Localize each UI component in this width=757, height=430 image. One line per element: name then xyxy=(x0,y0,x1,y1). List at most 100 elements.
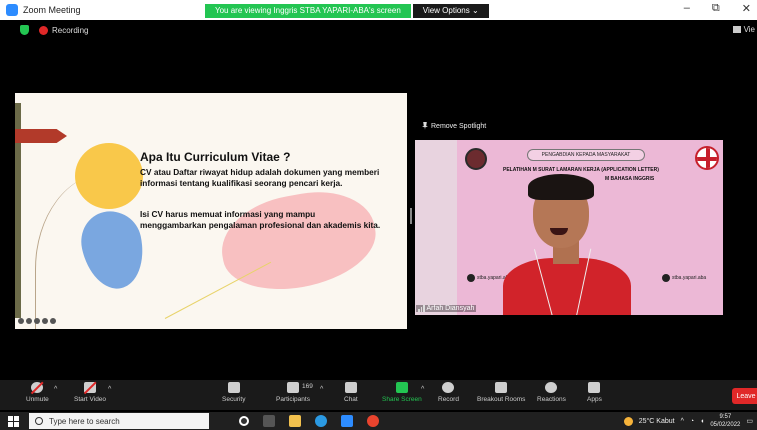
reactions-button[interactable]: Reactions xyxy=(537,382,566,403)
weather-text[interactable]: 25°C Kabut xyxy=(639,418,675,425)
system-tray: 25°C Kabut ^ ◔ ◖ 9:57 05/02/2022 ▭ xyxy=(623,412,753,430)
spotlight-video[interactable]: PENGABDIAN KEPADA MASYARAKAT PELATIHAN M… xyxy=(415,140,723,315)
windows-start-icon[interactable] xyxy=(8,415,19,427)
audio-options-caret-icon[interactable]: ^ xyxy=(54,386,57,393)
remove-spotlight-button[interactable]: Remove Spotlight xyxy=(422,122,486,130)
system-clock[interactable]: 9:57 05/02/2022 xyxy=(710,413,740,429)
close-button[interactable]: ✕ xyxy=(742,2,751,15)
taskbar-apps xyxy=(239,415,379,427)
slide-control-icon[interactable] xyxy=(34,318,40,324)
chat-bubble-icon xyxy=(344,382,357,393)
banner-heading: PENGABDIAN KEPADA MASYARAKAT xyxy=(527,149,645,161)
shared-screen-slide: Apa Itu Curriculum Vitae ? CV atau Dafta… xyxy=(15,93,407,329)
slide-paragraph-2: Isi CV harus memuat informasi yang mampu… xyxy=(140,209,381,230)
slide-yellow-circle xyxy=(75,143,143,209)
apps-label: Apps xyxy=(587,396,602,403)
view-label: Vie xyxy=(743,25,755,34)
breakout-rooms-label: Breakout Rooms xyxy=(477,396,526,403)
smiley-icon xyxy=(545,382,558,393)
chat-button[interactable]: Chat xyxy=(344,382,358,403)
instagram-icon xyxy=(467,274,475,282)
share-banner-message: You are viewing Inggris STBA YAPARI-ABA'… xyxy=(205,4,411,18)
minimize-button[interactable]: – xyxy=(684,2,690,15)
video-options-caret-icon[interactable]: ^ xyxy=(108,386,111,393)
zoom-taskbar-icon[interactable] xyxy=(341,415,353,427)
participants-label: Participants xyxy=(276,396,310,403)
breakout-rooms-button[interactable]: Breakout Rooms xyxy=(477,382,525,403)
weather-icon[interactable] xyxy=(623,416,633,426)
meeting-status-row: Recording Vie xyxy=(0,22,757,38)
search-placeholder: Type here to search xyxy=(49,416,120,426)
start-video-button[interactable]: Start Video xyxy=(74,382,106,403)
participant-name-tag: Arfah Diansyah xyxy=(416,305,477,312)
taskbar-search-input[interactable]: Type here to search xyxy=(29,413,209,429)
maximize-button[interactable]: ⧉ xyxy=(712,2,720,15)
unmute-label: Unmute xyxy=(26,396,49,403)
facebook-handle: stba.yapari.aba xyxy=(662,274,706,282)
shield-icon[interactable] xyxy=(20,25,29,35)
start-video-label: Start Video xyxy=(74,396,107,403)
slide-top-band xyxy=(15,93,407,105)
remove-spotlight-label: Remove Spotlight xyxy=(431,122,487,130)
share-options-caret-icon[interactable]: ^ xyxy=(421,386,424,393)
slide-controls[interactable] xyxy=(18,318,56,324)
share-screen-icon xyxy=(395,382,408,393)
windows-taskbar: Type here to search 25°C Kabut ^ ◔ ◖ 9:5… xyxy=(0,412,757,430)
video-camera-off-icon xyxy=(84,382,97,393)
banner-line-2: M BAHASA INGGRIS xyxy=(605,176,655,182)
task-view-icon[interactable] xyxy=(263,415,275,427)
participant-hair xyxy=(528,174,594,200)
share-screen-button[interactable]: Share Screen xyxy=(382,382,422,403)
apps-button[interactable]: Apps xyxy=(587,382,602,403)
slide-control-icon[interactable] xyxy=(26,318,32,324)
slide-yellow-line xyxy=(164,261,272,319)
leave-button[interactable]: Leave xyxy=(732,388,757,404)
participants-options-caret-icon[interactable]: ^ xyxy=(320,386,323,393)
slide-arrow-tag xyxy=(15,129,67,143)
clock-time: 9:57 xyxy=(719,414,732,420)
recording-dot-icon xyxy=(39,25,48,35)
reactions-label: Reactions xyxy=(537,396,566,403)
participant-count: 169 xyxy=(302,383,313,390)
slide-control-icon[interactable] xyxy=(18,318,24,324)
split-divider-handle[interactable] xyxy=(410,208,412,224)
notifications-icon[interactable]: ▭ xyxy=(746,417,753,425)
meeting-toolbar: Unmute ^ Start Video ^ Security Particip… xyxy=(0,380,757,410)
edge-browser-icon[interactable] xyxy=(315,415,327,427)
slide-control-icon[interactable] xyxy=(50,318,56,324)
volume-icon[interactable]: ◖ xyxy=(700,418,704,425)
breakout-rooms-icon xyxy=(495,382,508,393)
slide-control-icon[interactable] xyxy=(42,318,48,324)
apps-icon xyxy=(588,382,601,393)
participants-icon xyxy=(286,382,299,393)
slide-title: Apa Itu Curriculum Vitae ? xyxy=(140,150,291,164)
record-icon xyxy=(442,382,455,393)
chat-label: Chat xyxy=(344,396,358,403)
microphone-muted-icon xyxy=(31,382,44,393)
file-explorer-icon[interactable] xyxy=(289,415,301,427)
window-controls: – ⧉ ✕ xyxy=(684,2,751,15)
network-icon[interactable]: ◔ xyxy=(690,418,694,425)
chrome-browser-icon[interactable] xyxy=(367,415,379,427)
signal-strength-icon xyxy=(418,305,425,312)
cortana-icon[interactable] xyxy=(239,416,249,426)
screen-share-banner: You are viewing Inggris STBA YAPARI-ABA'… xyxy=(205,4,489,18)
search-icon xyxy=(35,417,43,425)
participant-shirt xyxy=(503,258,631,315)
facebook-icon xyxy=(662,274,670,282)
view-button[interactable]: Vie xyxy=(732,25,755,34)
window-titlebar: Zoom Meeting You are viewing Inggris STB… xyxy=(0,0,757,20)
slide-paragraph-1: CV atau Daftar riwayat hidup adalah doku… xyxy=(140,167,380,188)
share-screen-label: Share Screen xyxy=(382,396,422,403)
participant-name: Arfah Diansyah xyxy=(426,305,475,312)
security-button[interactable]: Security xyxy=(222,382,245,403)
shield-icon xyxy=(227,382,240,393)
record-button[interactable]: Record xyxy=(438,382,459,403)
banner-line-1: PELATIHAN M SURAT LAMARAN KERJA (APPLICA… xyxy=(503,167,659,173)
university-logo-icon xyxy=(465,148,487,170)
zoom-app-icon xyxy=(6,4,18,16)
tray-overflow-icon[interactable]: ^ xyxy=(681,418,684,425)
view-options-button[interactable]: View Options ⌄ xyxy=(412,4,489,18)
recording-label[interactable]: Recording xyxy=(52,26,88,35)
unmute-button[interactable]: Unmute xyxy=(26,382,49,403)
